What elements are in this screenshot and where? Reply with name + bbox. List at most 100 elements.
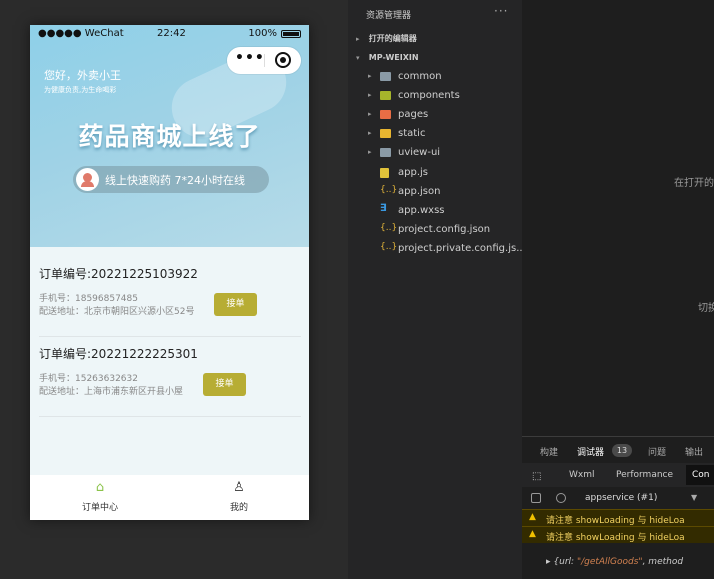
tab-label: 订单中心 (81, 503, 118, 513)
project-section[interactable]: ▾ MP-WEIXIN (356, 53, 419, 62)
tab-debugger[interactable]: 调试器 (577, 445, 604, 458)
accept-order-button[interactable]: 接单 (214, 293, 257, 316)
promo-pill: 线上快速购药 7*24小时在线 (73, 166, 269, 193)
order-meta: 手机号：15263632632 配送地址：上海市浦东新区开县小屋 (39, 373, 183, 399)
editor-area: 在打开的 切换 (522, 0, 714, 436)
warning-text: 请注意 showLoading 与 hideLoa (546, 533, 685, 543)
context-select[interactable]: appservice (#1) (585, 493, 657, 503)
console-toolbar: appservice (#1) ▼ (522, 487, 714, 509)
chevron-right-icon: ▸ (368, 129, 372, 137)
tab-wxml[interactable]: Wxml (569, 470, 595, 480)
tree-item-static[interactable]: ▸ static (348, 125, 522, 144)
more-actions-icon[interactable]: ··· (494, 4, 508, 18)
chevron-right-icon: ▸ (368, 148, 372, 156)
chevron-right-icon: ▸ (368, 91, 372, 99)
editor-hint: 在打开的 (674, 178, 714, 189)
chevron-right-icon: ▸ (368, 72, 372, 80)
explorer-title: 资源管理器 (366, 11, 412, 21)
section-label: 打开的编辑器 (368, 34, 417, 43)
folder-icon (380, 129, 391, 138)
tab-bar: ⌂ 订单中心 ♙ 我的 (30, 475, 309, 520)
order-phone: 手机号：15263632632 (39, 374, 138, 384)
tab-mine[interactable]: ♙ 我的 (204, 480, 274, 513)
console-warning: ▲ 请注意 showLoading 与 hideLoa (522, 509, 714, 526)
css-file-icon: ∃ (380, 203, 387, 214)
capsule-menu[interactable]: ••• (227, 47, 301, 74)
order-meta: 手机号：18596857485 配送地址：北京市朝阳区兴源小区52号 (39, 293, 194, 319)
order-number: 订单编号:20221225103922 (39, 267, 198, 281)
capsule-divider (264, 54, 265, 67)
tree-item-label: common (398, 71, 442, 82)
folder-icon (380, 72, 391, 81)
tree-item-pages[interactable]: ▸ pages (348, 106, 522, 125)
order-number: 订单编号:20221222225301 (39, 347, 198, 361)
tree-item-uview-ui[interactable]: ▸ uview-ui (348, 144, 522, 163)
tab-output[interactable]: 输出 (685, 445, 703, 458)
tree-item-label: app.wxss (398, 205, 445, 216)
log-suffix: , method (642, 557, 684, 567)
tree-item-label: project.private.config.js... (398, 243, 526, 254)
chevron-right-icon: ▸ (368, 110, 372, 118)
battery-icon (281, 30, 301, 38)
tree-item-label: app.json (398, 186, 441, 197)
order-card: 订单编号:20221222225301 手机号：15263632632 配送地址… (39, 335, 301, 417)
promo-text: 线上快速购药 7*24小时在线 (105, 174, 245, 187)
tab-console[interactable]: Con (686, 465, 714, 485)
warning-icon: ▲ (529, 512, 536, 522)
banner-headline: 药品商城上线了 (78, 122, 261, 151)
open-editors-section[interactable]: ▸ 打开的编辑器 (356, 33, 417, 44)
warning-text: 请注意 showLoading 与 hideLoa (546, 516, 685, 526)
tree-item-project-config[interactable]: {..} project.config.json (348, 221, 522, 240)
status-bar: ●●●●● WeChat 22:42 100% (30, 25, 309, 43)
json-file-icon: {..} (380, 185, 398, 195)
tree-item-app-json[interactable]: {..} app.json (348, 183, 522, 202)
json-file-icon: {..} (380, 242, 398, 252)
order-phone: 手机号：18596857485 (39, 294, 138, 304)
chevron-down-icon: ▾ (356, 54, 360, 62)
greeting-text: 您好，外卖小王 (44, 69, 121, 82)
tab-performance[interactable]: Performance (616, 470, 673, 480)
order-card: 订单编号:20221225103922 手机号：18596857485 配送地址… (39, 255, 301, 337)
console-warning: ▲ 请注意 showLoading 与 hideLoa (522, 526, 714, 543)
chevron-right-icon: ▸ (356, 35, 360, 43)
slogan-text: 为健康负责,为生命喝彩 (44, 86, 117, 94)
folder-icon (380, 148, 391, 157)
status-time: 22:42 (157, 28, 186, 39)
tab-order-center[interactable]: ⌂ 订单中心 (65, 480, 135, 513)
expand-arrow-icon[interactable]: ▸ (546, 557, 551, 567)
devtools-subtabs: ⬚ Wxml Performance Con (522, 463, 714, 487)
sidebar-toggle-icon[interactable] (531, 493, 541, 503)
tab-build[interactable]: 构建 (540, 445, 558, 458)
order-address: 配送地址：北京市朝阳区兴源小区52号 (39, 307, 195, 317)
json-file-icon: {..} (380, 223, 398, 233)
tree-item-app-wxss[interactable]: ∃ app.wxss (348, 202, 522, 221)
chevron-down-icon[interactable]: ▼ (691, 493, 697, 502)
close-miniprogram-icon[interactable] (275, 52, 291, 68)
home-icon: ⌂ (95, 480, 105, 495)
tree-item-components[interactable]: ▸ components (348, 87, 522, 106)
debug-panel: 构建 调试器 13 问题 输出 ⬚ Wxml Performance Con a… (522, 436, 714, 579)
devtools-window: 您好，外卖小王 为健康负责,为生命喝彩 药品商城上线了 线上快速购药 7*24小… (0, 0, 714, 579)
console-log-entry[interactable]: ▸ {url: "/getAllGoods", method (546, 557, 683, 567)
warning-icon: ▲ (529, 529, 536, 539)
tree-item-app-js[interactable]: app.js (348, 164, 522, 183)
tree-item-label: pages (398, 109, 429, 120)
user-icon: ♙ (233, 480, 245, 495)
debugger-count-badge: 13 (612, 444, 632, 457)
tree-item-label: components (398, 90, 460, 101)
debug-tabs: 构建 调试器 13 问题 输出 (522, 437, 714, 463)
inspect-icon[interactable]: ⬚ (532, 471, 541, 482)
log-prefix: {url: (553, 557, 577, 567)
file-explorer: 资源管理器 ··· ▸ 打开的编辑器 ▾ MP-WEIXIN ▸ common … (348, 0, 526, 579)
more-icon[interactable]: ••• (235, 50, 265, 66)
tree-item-common[interactable]: ▸ common (348, 68, 522, 87)
accept-order-button[interactable]: 接单 (203, 373, 246, 396)
section-label: MP-WEIXIN (368, 53, 419, 62)
battery-percent: 100% (248, 28, 277, 39)
clear-console-icon[interactable] (556, 493, 566, 503)
signal-text: ●●●●● WeChat (38, 28, 124, 39)
editor-hint: 切换 (698, 303, 714, 314)
tree-item-project-private-config[interactable]: {..} project.private.config.js... (348, 240, 526, 259)
order-address: 配送地址：上海市浦东新区开县小屋 (39, 387, 184, 397)
tab-problems[interactable]: 问题 (648, 445, 666, 458)
